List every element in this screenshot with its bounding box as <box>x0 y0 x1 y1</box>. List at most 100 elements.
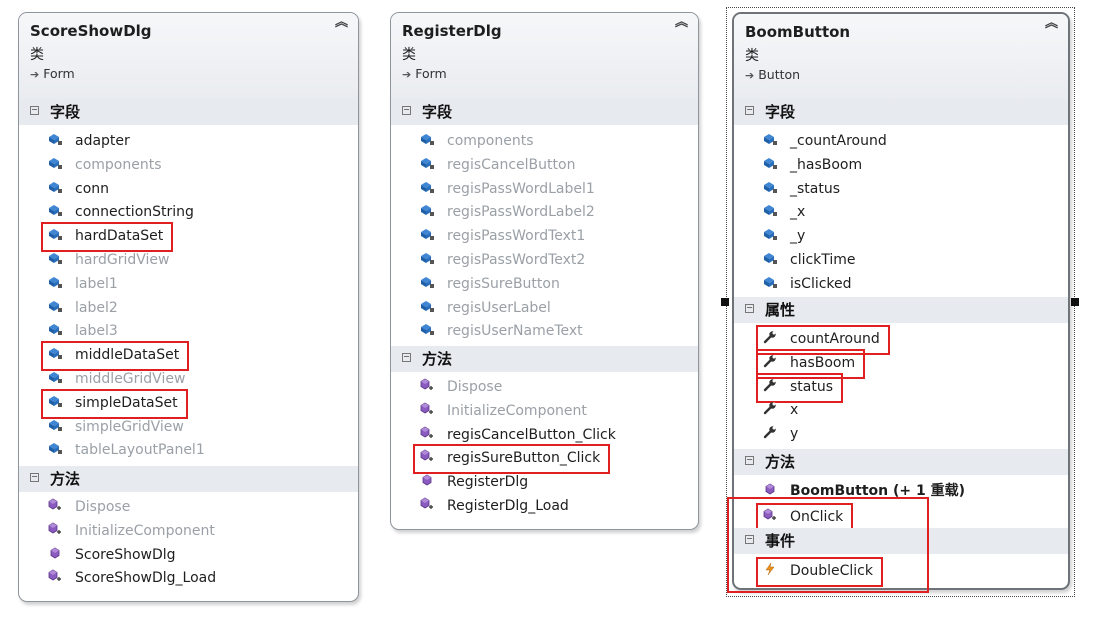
member-row[interactable]: status <box>762 376 833 398</box>
member-row[interactable]: hardDataSet <box>47 225 163 247</box>
member-row[interactable]: clickTime <box>762 249 856 271</box>
member-row[interactable]: conn <box>47 178 109 200</box>
member-row[interactable]: regisSureButton <box>419 273 560 295</box>
member-row[interactable]: label1 <box>47 273 118 295</box>
member-name: tableLayoutPanel1 <box>75 442 205 459</box>
event-icon <box>762 561 778 577</box>
protected-method-icon <box>419 377 435 393</box>
member-row[interactable]: _status <box>762 178 840 200</box>
member-name: Dispose <box>75 499 131 515</box>
member-row[interactable]: hardGridView <box>47 249 169 271</box>
member-row[interactable]: regisCancelButton_Click <box>419 424 616 446</box>
member-row[interactable]: connectionString <box>47 201 194 223</box>
member-row[interactable]: BoomButton (+ 1 重载) <box>762 480 965 502</box>
section-toggle-icon[interactable]: − <box>745 304 754 313</box>
member-row[interactable]: InitializeComponent <box>47 520 215 542</box>
member-row[interactable]: _countAround <box>762 130 887 152</box>
section-header-properties[interactable]: − 属性 <box>734 297 1068 323</box>
member-row[interactable]: simpleGridView <box>47 416 184 438</box>
member-row[interactable]: middleGridView <box>47 368 185 390</box>
member-row[interactable]: regisPassWordText1 <box>419 225 585 247</box>
field-icon-glyph <box>49 157 62 169</box>
section-header-events[interactable]: − 事件 <box>734 528 1068 554</box>
section-header-fields[interactable]: − 字段 <box>19 99 358 125</box>
member-row[interactable]: Dispose <box>419 376 502 398</box>
member-row[interactable]: RegisterDlg_Load <box>419 495 569 517</box>
class-header[interactable]: RegisterDlg 类 ➔ Form ︽ <box>391 13 698 100</box>
protected-method-icon-glyph <box>763 508 776 520</box>
member-name: hardGridView <box>75 252 170 268</box>
member-row[interactable]: regisCancelButton <box>419 154 575 176</box>
member-row[interactable]: regisUserLabel <box>419 297 551 319</box>
class-header[interactable]: BoomButton 类 ➔ Button ︽ <box>734 14 1068 101</box>
class-card-boombutton[interactable]: BoomButton 类 ➔ Button ︽ − 字段 _countAround… <box>732 12 1070 590</box>
section-toggle-icon[interactable]: − <box>402 353 411 362</box>
field-icon-glyph <box>764 229 777 241</box>
class-card-scoreshowdlg[interactable]: ScoreShowDlg 类 ➔ Form ︽ − 字段 adapter compo… <box>18 12 359 602</box>
member-row[interactable]: simpleDataSet <box>47 392 178 414</box>
member-row[interactable]: hasBoom <box>762 352 855 374</box>
class-header[interactable]: ScoreShowDlg 类 ➔ Form ︽ <box>19 13 358 100</box>
member-name: label3 <box>75 323 118 340</box>
member-row[interactable]: ScoreShowDlg <box>47 544 176 566</box>
member-row[interactable]: Dispose <box>47 496 130 518</box>
member-row[interactable]: components <box>47 154 162 176</box>
member-name: conn <box>75 180 110 197</box>
section-header-fields[interactable]: − 字段 <box>734 99 1068 125</box>
field-icon-glyph <box>764 181 777 193</box>
member-row[interactable]: label3 <box>47 320 118 342</box>
member-row[interactable]: y <box>762 423 798 445</box>
section-toggle-icon[interactable]: − <box>402 106 411 115</box>
member-row[interactable]: isClicked <box>762 273 852 295</box>
member-row[interactable]: _hasBoom <box>762 154 862 176</box>
protected-method-icon-glyph <box>420 497 433 509</box>
member-row[interactable]: regisPassWordLabel2 <box>419 201 595 223</box>
member-row[interactable]: _x <box>762 201 805 223</box>
member-row[interactable]: _y <box>762 225 805 247</box>
member-row[interactable]: countAround <box>762 328 880 350</box>
base-class-name: Form <box>43 66 75 81</box>
member-row[interactable]: InitializeComponent <box>419 400 587 422</box>
member-name: hasBoom <box>790 354 856 371</box>
section-toggle-icon[interactable]: − <box>745 456 754 465</box>
section-label: 事件 <box>765 532 796 550</box>
member-name: _x <box>790 204 806 221</box>
member-row[interactable]: label2 <box>47 297 118 319</box>
class-card-registerdlg[interactable]: RegisterDlg 类 ➔ Form ︽ − 字段 components reg… <box>390 12 699 530</box>
member-row[interactable]: regisUserNameText <box>419 320 583 342</box>
member-row[interactable]: components <box>419 130 534 152</box>
resize-handle-left[interactable] <box>721 298 729 306</box>
field-icon-glyph <box>49 419 62 431</box>
member-row[interactable]: ScoreShowDlg_Load <box>47 567 216 589</box>
collapse-icon[interactable]: ︽ <box>1045 17 1058 30</box>
member-row[interactable]: middleDataSet <box>47 344 179 366</box>
field-icon <box>47 417 63 433</box>
member-name: x <box>790 402 799 419</box>
member-row[interactable]: x <box>762 399 798 421</box>
resize-handle-right[interactable] <box>1071 298 1079 306</box>
member-row[interactable]: tableLayoutPanel1 <box>47 439 205 461</box>
field-icon-glyph <box>421 276 434 288</box>
section-toggle-icon[interactable]: − <box>30 473 39 482</box>
member-row[interactable]: regisPassWordLabel1 <box>419 178 595 200</box>
section-toggle-icon[interactable]: − <box>745 106 754 115</box>
section-header-methods[interactable]: − 方法 <box>734 449 1068 475</box>
member-row[interactable]: DoubleClick <box>762 560 873 582</box>
section-header-methods[interactable]: − 方法 <box>19 466 358 492</box>
collapse-icon[interactable]: ︽ <box>335 16 348 29</box>
section-header-fields[interactable]: − 字段 <box>391 99 698 125</box>
member-row[interactable]: regisPassWordText2 <box>419 249 585 271</box>
base-class: ➔ Form <box>402 66 447 81</box>
event-icon-glyph <box>765 562 775 576</box>
field-icon <box>762 179 778 195</box>
section-toggle-icon[interactable]: − <box>745 535 754 544</box>
collapse-icon[interactable]: ︽ <box>675 16 688 29</box>
member-row[interactable]: adapter <box>47 130 130 152</box>
field-icon <box>47 369 63 385</box>
section-header-methods[interactable]: − 方法 <box>391 346 698 372</box>
member-row[interactable]: OnClick <box>762 506 843 528</box>
member-row[interactable]: RegisterDlg <box>419 471 528 493</box>
section-toggle-icon[interactable]: − <box>30 106 39 115</box>
field-icon-glyph <box>49 300 62 312</box>
member-row[interactable]: regisSureButton_Click <box>419 447 600 469</box>
